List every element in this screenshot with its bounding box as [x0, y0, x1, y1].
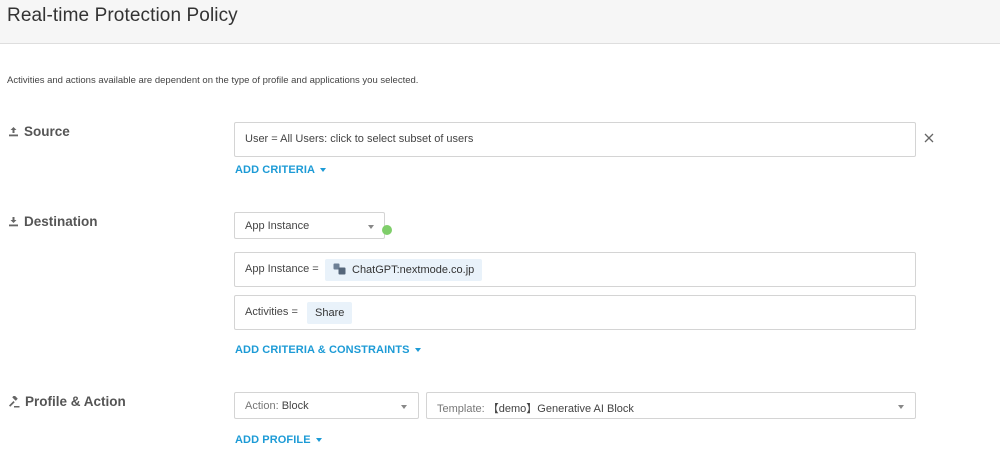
action-select-text: Action: Block: [245, 400, 309, 412]
activities-field[interactable]: Activities = Share: [234, 295, 916, 330]
add-criteria-constraints-button[interactable]: ADD CRITERIA & CONSTRAINTS: [235, 344, 421, 356]
caret-down-icon: [320, 168, 327, 172]
action-value: Block: [281, 400, 309, 412]
add-criteria-label: ADD CRITERIA: [235, 164, 316, 176]
add-criteria-constraints-label: ADD CRITERIA & CONSTRAINTS: [235, 344, 410, 356]
chevron-down-icon: [368, 225, 374, 229]
app-instance-field[interactable]: App Instance = ChatGPT:nextmode.co.jp: [234, 252, 916, 287]
destination-section-label: Destination: [8, 214, 98, 229]
user-field-text: User = All Users: click to select subset…: [245, 133, 474, 145]
action-prefix: Action:: [245, 400, 279, 412]
template-value: 【demo】Generative AI Block: [487, 403, 634, 415]
user-field[interactable]: User = All Users: click to select subset…: [234, 122, 916, 157]
profile-action-label: Profile & Action: [25, 394, 126, 409]
template-select[interactable]: Template: 【demo】Generative AI Block: [426, 392, 916, 419]
info-text: Activities and actions available are dep…: [7, 75, 419, 86]
action-select[interactable]: Action: Block: [234, 392, 419, 419]
destination-type-value: App Instance: [245, 220, 310, 232]
destination-type-select[interactable]: App Instance: [234, 212, 385, 239]
app-instance-chip[interactable]: ChatGPT:nextmode.co.jp: [325, 259, 483, 281]
caret-down-icon: [315, 438, 322, 442]
chevron-down-icon: [401, 405, 407, 409]
activities-chip[interactable]: Share: [307, 302, 353, 324]
gavel-icon: [8, 395, 20, 408]
close-icon[interactable]: [922, 131, 936, 145]
source-label: Source: [24, 124, 70, 139]
template-select-text: Template: 【demo】Generative AI Block: [437, 400, 634, 416]
activities-value: Share: [315, 307, 345, 319]
page-title: Real-time Protection Policy: [7, 5, 238, 26]
app-instance-value: ChatGPT:nextmode.co.jp: [352, 264, 475, 276]
download-icon: [8, 216, 19, 227]
profile-action-section-label: Profile & Action: [8, 394, 126, 409]
add-criteria-button[interactable]: ADD CRITERIA: [235, 164, 327, 176]
page-header: Real-time Protection Policy: [0, 0, 1000, 44]
template-prefix: Template:: [437, 403, 485, 415]
chevron-down-icon: [898, 405, 904, 409]
activities-prefix: Activities =: [245, 306, 298, 318]
caret-down-icon: [414, 348, 421, 352]
upload-icon: [8, 126, 19, 137]
app-instance-icon: [333, 263, 346, 278]
destination-label: Destination: [24, 214, 98, 229]
status-indicator: [382, 225, 392, 235]
app-instance-prefix: App Instance =: [245, 263, 319, 275]
add-profile-label: ADD PROFILE: [235, 434, 311, 446]
source-section-label: Source: [8, 124, 70, 139]
add-profile-button[interactable]: ADD PROFILE: [235, 434, 322, 446]
